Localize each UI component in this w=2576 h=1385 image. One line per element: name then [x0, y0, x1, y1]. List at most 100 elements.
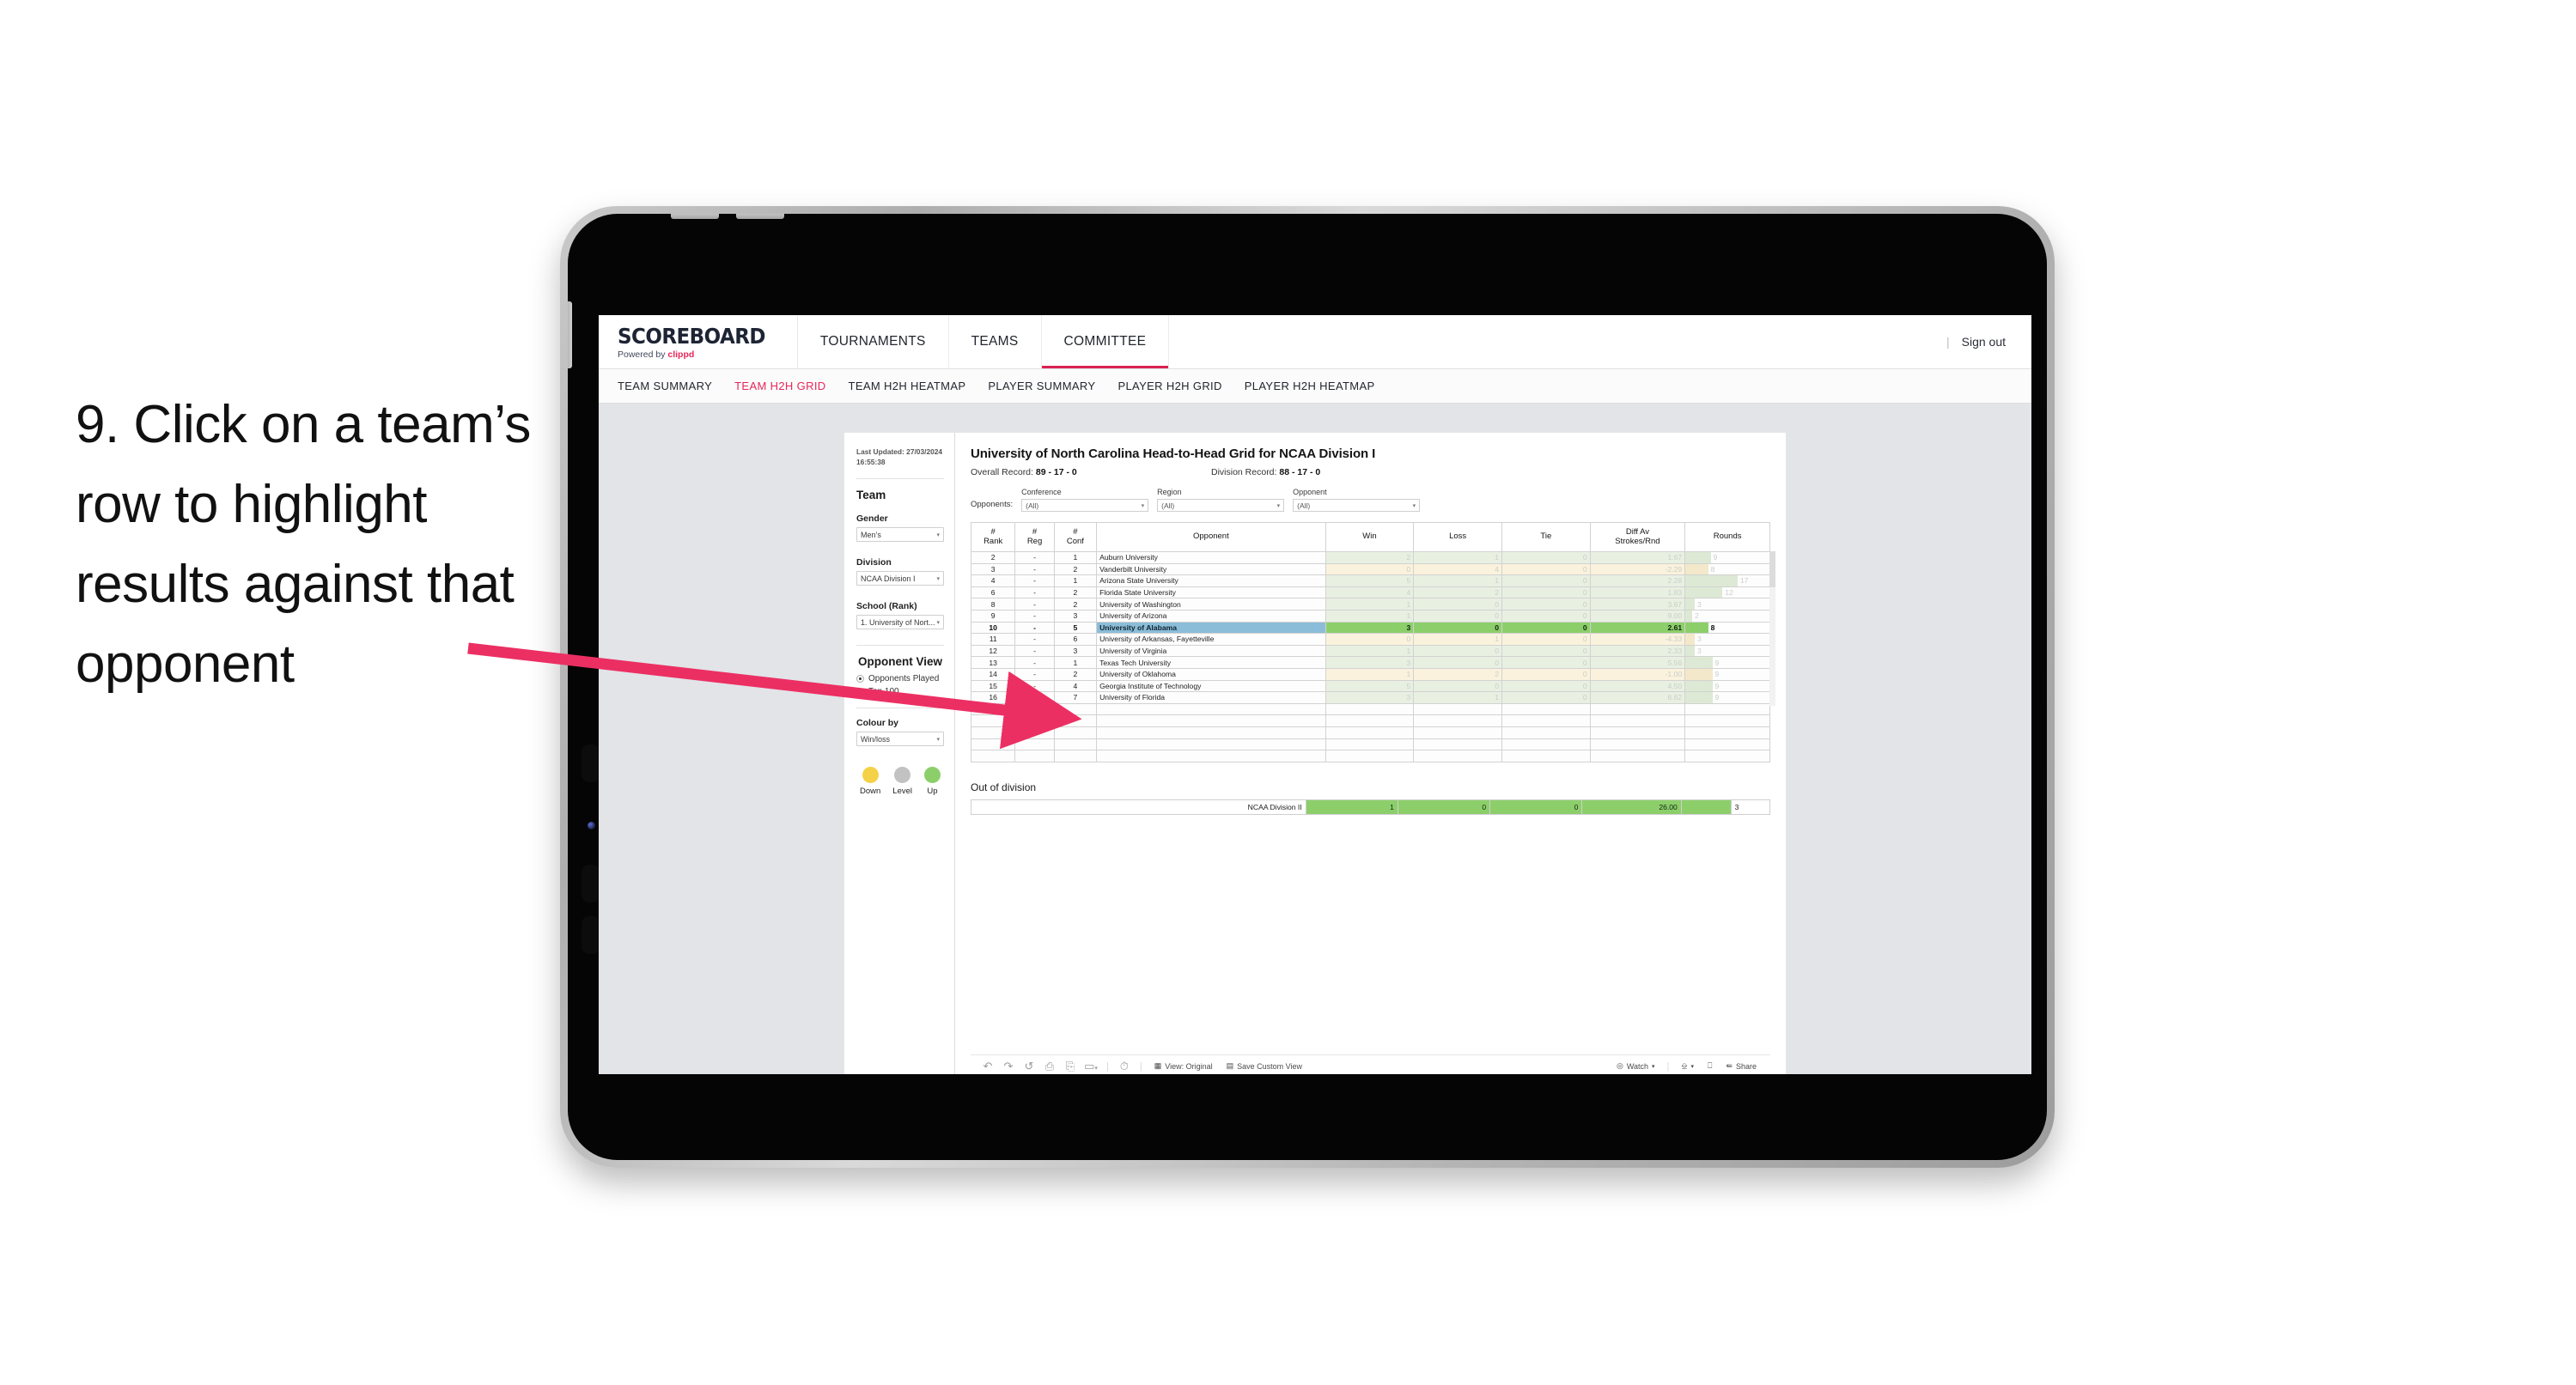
- empty-cell: [1053, 750, 1098, 762]
- division-select[interactable]: NCAA Division I ▾: [856, 571, 944, 586]
- table-row[interactable]: 15-4 Georgia Institute of Technology 5 0 0 4.…: [970, 679, 1770, 693]
- power-button[interactable]: [568, 301, 572, 368]
- tab-team-h2h-grid[interactable]: TEAM H2H GRID: [734, 380, 825, 392]
- cell-rounds: 9: [1684, 667, 1770, 681]
- share-label: Share: [1735, 1061, 1757, 1071]
- cell-opponent: Georgia Institute of Technology: [1096, 679, 1326, 693]
- cell-rounds: 3: [1684, 633, 1770, 646]
- logo-wordmark: SCOREBOARD: [618, 324, 766, 349]
- grid-body: 2-1 Auburn University 2 1 0 1.67 9 3-2 Vanderbil…: [970, 551, 1770, 762]
- table-row[interactable]: 9-3 University of Arizona 1 0 0 9.00 2: [970, 609, 1770, 623]
- empty-cell: [970, 750, 1016, 762]
- radio-opponents-played[interactable]: Opponents Played: [856, 674, 944, 683]
- school-rank-label: School (Rank): [856, 601, 917, 612]
- share-button[interactable]: ⇚ Share: [1719, 1061, 1763, 1071]
- table-row[interactable]: 6-2 Florida State University 4 2 0 1.83 12: [970, 586, 1770, 599]
- col-header-tie[interactable]: Tie: [1501, 522, 1591, 552]
- tab-team-summary[interactable]: TEAM SUMMARY: [618, 380, 712, 392]
- sign-out-link[interactable]: Sign out: [1962, 335, 2006, 349]
- cell-rounds: 2: [1684, 609, 1770, 623]
- pause-updates-icon[interactable]: ⎘: [1060, 1060, 1081, 1073]
- table-row[interactable]: 16-7 University of Florida 3 1 0 6.62 9: [970, 691, 1770, 704]
- table-row[interactable]: 2-1 Auburn University 2 1 0 1.67 9: [970, 551, 1770, 564]
- redo-icon[interactable]: ↷: [998, 1060, 1019, 1073]
- conf-hash: #: [1073, 526, 1078, 537]
- table-row[interactable]: 11-6 University of Arkansas, Fayetteville…: [970, 633, 1770, 646]
- cell-tie: 0: [1501, 633, 1591, 646]
- table-row[interactable]: 4-1 Arizona State University 5 1 0 2.28 17: [970, 574, 1770, 587]
- table-row[interactable]: 14-2 University of Oklahoma 1 2 0 -1.00 9: [970, 667, 1770, 681]
- out-of-division-row[interactable]: NCAA Division II 1 0 0 26.00 3: [971, 799, 1771, 815]
- empty-cell: [1325, 714, 1415, 727]
- visualization-container: Last Updated: 27/03/2024 16:55:38 Team G…: [844, 433, 1786, 1074]
- cell-conf: 2: [1053, 667, 1098, 681]
- nav-item-teams[interactable]: TEAMS: [949, 315, 1042, 368]
- cell-tie: 0: [1501, 679, 1591, 693]
- nav-item-tournaments[interactable]: TOURNAMENTS: [798, 315, 949, 368]
- download-button[interactable]: ⎒ ▾: [1674, 1061, 1701, 1071]
- cell-diff: 2.61: [1589, 621, 1686, 635]
- revert-icon[interactable]: ↺: [1019, 1060, 1039, 1073]
- radio-unselected-icon: [856, 688, 864, 696]
- tab-player-h2h-grid[interactable]: PLAYER H2H GRID: [1117, 380, 1221, 392]
- col-header-opponent[interactable]: Opponent: [1096, 522, 1326, 552]
- refresh-icon[interactable]: ⎙: [1039, 1060, 1060, 1073]
- volume-up-button[interactable]: [671, 214, 719, 219]
- cell-win: 0: [1325, 562, 1415, 576]
- view-original-button[interactable]: ▦ View: Original: [1148, 1061, 1220, 1071]
- cell-conf: 7: [1053, 691, 1098, 704]
- cell-win: 1: [1325, 609, 1415, 623]
- undo-icon[interactable]: ↶: [977, 1060, 998, 1073]
- ood-bar-fill: [1680, 799, 1732, 815]
- colour-by-select[interactable]: Win/loss ▾: [856, 732, 944, 747]
- viz-toolbar: ↶ ↷ ↺ ⎙ ⎘ ▭▾ | ⏱ | ▦ View: Original ▤ Sa…: [971, 1054, 1770, 1074]
- cell-tie: 0: [1501, 691, 1591, 704]
- radio-top-100[interactable]: Top 100: [856, 687, 944, 696]
- opponent-select[interactable]: (All) ▾: [1293, 499, 1421, 512]
- cell-rounds: 8: [1684, 621, 1770, 635]
- rounds-bar-fill: [1685, 586, 1723, 598]
- table-row[interactable]: 8-2 University of Washington 1 0 0 3.67 3: [970, 598, 1770, 610]
- team-section-heading: Team: [856, 489, 886, 502]
- highlight-dropdown-icon[interactable]: ▭▾: [1081, 1060, 1101, 1073]
- save-custom-view-button[interactable]: ▤ Save Custom View: [1220, 1061, 1309, 1071]
- scoreboard-logo[interactable]: SCOREBOARD Powered by clippd: [599, 315, 798, 368]
- region-select[interactable]: (All) ▾: [1157, 499, 1285, 512]
- col-header-loss[interactable]: Loss: [1413, 522, 1502, 552]
- conference-select[interactable]: (All) ▾: [1021, 499, 1149, 512]
- clock-icon[interactable]: ⏱: [1114, 1060, 1135, 1073]
- cell-diff: 6.62: [1589, 691, 1686, 704]
- watch-label: Watch: [1626, 1061, 1649, 1071]
- rounds-value: 9: [1713, 553, 1718, 562]
- toolbar-separator: |: [1139, 1060, 1142, 1072]
- gender-select[interactable]: Men’s ▾: [856, 527, 944, 543]
- col-header-rank[interactable]: # Rank: [970, 522, 1016, 552]
- rounds-bar-fill: [1685, 680, 1713, 692]
- scrollbar-thumb[interactable]: [1769, 551, 1775, 587]
- table-row[interactable]: 10-5 University of Alabama 3 0 0 2.61 8: [970, 621, 1770, 635]
- col-header-reg[interactable]: # Reg: [1014, 522, 1055, 552]
- cell-win: 3: [1325, 656, 1415, 669]
- table-row[interactable]: 13-1 Texas Tech University 3 0 0 5.56 9: [970, 656, 1770, 669]
- nav-item-committee[interactable]: COMMITTEE: [1041, 315, 1170, 368]
- cell-opponent: University of Florida: [1096, 691, 1326, 704]
- col-header-win[interactable]: Win: [1325, 522, 1415, 552]
- table-row[interactable]: 3-2 Vanderbilt University 0 4 0 -2.29 8: [970, 562, 1770, 576]
- tab-team-h2h-heatmap[interactable]: TEAM H2H HEATMAP: [849, 380, 966, 392]
- volume-down-button[interactable]: [736, 214, 784, 219]
- cell-reg: -: [1014, 574, 1055, 587]
- grid-main-area: University of North Carolina Head-to-Hea…: [955, 433, 1786, 1074]
- school-rank-select[interactable]: 1. University of Nort... ▾: [856, 615, 944, 630]
- col-header-diff-av-strokes[interactable]: Diff Av Strokes/Rnd: [1589, 522, 1686, 552]
- grid-vertical-scrollbar[interactable]: [1769, 551, 1775, 706]
- col-header-rounds[interactable]: Rounds: [1684, 522, 1770, 552]
- table-row[interactable]: 12-3 University of Virginia 1 0 0 2.33 3: [970, 644, 1770, 658]
- tab-player-summary[interactable]: PLAYER SUMMARY: [988, 380, 1095, 392]
- col-header-conf[interactable]: # Conf: [1053, 522, 1098, 552]
- cell-rank: 8: [970, 598, 1016, 610]
- cell-conf: 3: [1053, 609, 1098, 623]
- watch-button[interactable]: ◎ Watch ▾: [1610, 1061, 1662, 1071]
- tab-player-h2h-heatmap[interactable]: PLAYER H2H HEATMAP: [1245, 380, 1375, 392]
- fullscreen-button[interactable]: ⎕: [1701, 1061, 1719, 1071]
- ood-loss: 0: [1397, 799, 1491, 815]
